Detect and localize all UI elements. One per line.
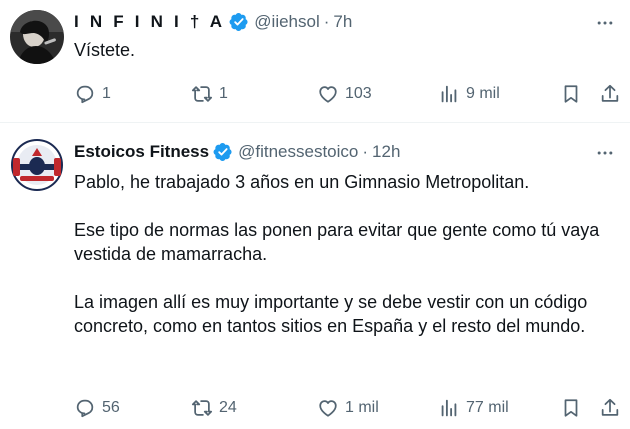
like-button[interactable]: 1 mil — [317, 394, 379, 422]
share-button[interactable] — [599, 394, 621, 422]
verified-badge-icon — [213, 142, 233, 162]
retweet-count: 24 — [219, 399, 237, 416]
more-icon — [595, 143, 615, 163]
more-options-button[interactable] — [594, 142, 616, 164]
tweet[interactable]: Estoicos Fitness @fitnessestoico · 12h P… — [0, 0, 630, 429]
timestamp[interactable]: 12h — [372, 142, 400, 162]
bookmark-icon — [560, 397, 582, 419]
views-icon — [438, 397, 460, 419]
share-icon — [599, 397, 621, 419]
tweet-actions: 56 24 1 mil 77 mil — [64, 394, 630, 422]
retweet-icon — [191, 397, 213, 419]
tweet-text: Pablo, he trabajado 3 años en un Gimnasi… — [74, 172, 600, 336]
user-handle[interactable]: @fitnessestoico — [238, 142, 358, 162]
views-button[interactable]: 77 mil — [438, 394, 509, 422]
avatar-logo — [10, 138, 64, 192]
display-name[interactable]: Estoicos Fitness — [74, 142, 209, 162]
separator: · — [362, 142, 369, 161]
reply-count: 56 — [102, 399, 120, 416]
views-count: 77 mil — [466, 399, 509, 416]
like-icon — [317, 397, 339, 419]
retweet-button[interactable]: 24 — [191, 394, 237, 422]
reply-button[interactable]: 56 — [74, 394, 120, 422]
like-count: 1 mil — [345, 399, 379, 416]
avatar[interactable] — [10, 138, 64, 192]
tweet-header: Estoicos Fitness @fitnessestoico · 12h — [74, 140, 400, 164]
reply-icon — [74, 397, 96, 419]
bookmark-button[interactable] — [560, 394, 582, 422]
